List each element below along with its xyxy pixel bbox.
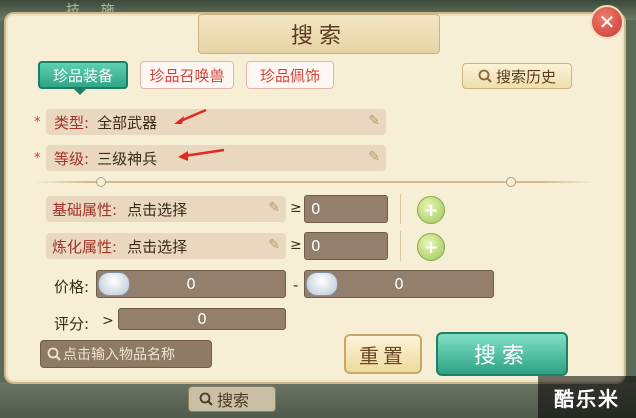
- watermark: 酷乐米: [538, 376, 636, 418]
- red-arrow-icon: [174, 108, 207, 124]
- base-attribute-value: 0: [311, 200, 321, 218]
- reset-label: 重置: [359, 343, 407, 368]
- divider-ornament: [96, 177, 106, 187]
- price-max-value: 0: [394, 275, 404, 293]
- tab-label: 珍品召唤兽: [149, 66, 225, 85]
- plus-icon: +: [423, 199, 439, 221]
- greater-equal-sign: ≥: [290, 237, 302, 253]
- row-separator: [400, 231, 401, 261]
- type-select[interactable]: 类型: 全部武器 ✎: [46, 109, 386, 135]
- silver-ingot-icon: [98, 272, 130, 296]
- active-tab-pointer: [74, 89, 86, 95]
- tab-rare-summon[interactable]: 珍品召唤兽: [140, 61, 234, 89]
- plus-icon: +: [423, 236, 439, 258]
- price-separator: -: [293, 276, 299, 294]
- red-arrow-icon: [178, 148, 225, 161]
- background-search-label: 搜索: [217, 391, 250, 410]
- score-label: 评分:: [54, 315, 90, 333]
- divider-ornament: [506, 177, 516, 187]
- silver-ingot-icon: [306, 272, 338, 296]
- type-label: 类型:: [54, 113, 90, 132]
- level-value: 三级神兵: [97, 149, 158, 168]
- base-attribute-select[interactable]: 基础属性: 点击选择 ✎: [46, 196, 286, 222]
- refine-attribute-select[interactable]: 炼化属性: 点击选择 ✎: [46, 233, 286, 259]
- pencil-icon: ✎: [368, 113, 380, 129]
- pencil-icon: ✎: [368, 149, 380, 165]
- search-button[interactable]: 搜索: [436, 332, 568, 376]
- required-mark: *: [34, 115, 41, 130]
- search-label: 搜索: [473, 344, 530, 369]
- search-history-button[interactable]: 搜索历史: [462, 63, 572, 89]
- greater-equal-sign: ≥: [290, 200, 302, 216]
- tab-label: 珍品装备: [52, 66, 113, 85]
- reset-button[interactable]: 重置: [344, 334, 422, 374]
- close-button[interactable]: ✕: [590, 5, 624, 39]
- close-icon: ✕: [598, 10, 616, 34]
- dialog-title-bar: 搜索: [198, 14, 440, 54]
- required-mark: *: [34, 151, 41, 166]
- pencil-icon: ✎: [268, 237, 280, 253]
- tab-label: 珍品佩饰: [259, 66, 320, 85]
- score-input[interactable]: 0: [118, 308, 286, 330]
- base-attribute-label: 基础属性:: [52, 200, 118, 219]
- search-icon: [47, 347, 61, 361]
- price-min-value: 0: [186, 275, 196, 293]
- base-attribute-value-input[interactable]: 0: [304, 195, 388, 223]
- type-value: 全部武器: [97, 113, 158, 132]
- pencil-icon: ✎: [268, 200, 280, 216]
- level-label: 等级:: [54, 149, 90, 168]
- search-history-label: 搜索历史: [495, 67, 556, 86]
- row-separator: [400, 194, 401, 224]
- tab-rare-accessory[interactable]: 珍品佩饰: [246, 61, 334, 89]
- refine-attribute-placeholder: 点击选择: [127, 237, 188, 256]
- item-name-placeholder: 点击输入物品名称: [63, 347, 175, 363]
- tab-rare-equipment[interactable]: 珍品装备: [38, 61, 128, 89]
- refine-attribute-value: 0: [311, 237, 321, 255]
- dialog-title: 搜索: [290, 24, 347, 49]
- search-icon: [199, 392, 213, 406]
- refine-attribute-value-input[interactable]: 0: [304, 232, 388, 260]
- score-compare-sign: >: [102, 313, 114, 329]
- score-value: 0: [197, 310, 207, 328]
- item-name-input[interactable]: 点击输入物品名称: [40, 340, 212, 368]
- background-search-button[interactable]: 搜索: [188, 386, 276, 412]
- price-label: 价格:: [54, 278, 90, 296]
- search-icon: [478, 69, 492, 83]
- refine-attribute-label: 炼化属性:: [52, 237, 118, 256]
- add-refine-attribute-button[interactable]: +: [417, 233, 445, 261]
- add-base-attribute-button[interactable]: +: [417, 196, 445, 224]
- base-attribute-placeholder: 点击选择: [127, 200, 188, 219]
